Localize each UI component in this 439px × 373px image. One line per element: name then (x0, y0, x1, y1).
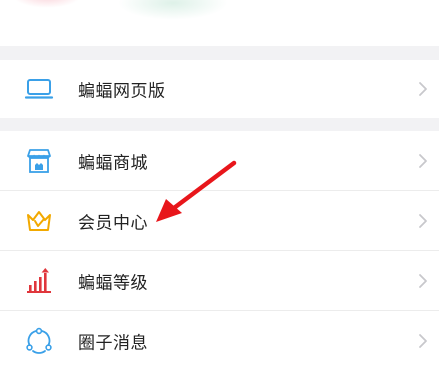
menu-item-label: 蝙蝠商城 (78, 153, 148, 174)
chevron-right-icon (419, 274, 427, 288)
chevron-right-icon (419, 214, 427, 228)
menu-item-circle-messages[interactable]: 圈子消息 (0, 311, 439, 371)
menu-item-label: 会员中心 (78, 213, 148, 234)
menu-item-web-version[interactable]: 蝙蝠网页版 (0, 60, 439, 118)
profile-decoration (12, 0, 82, 8)
chevron-right-icon (419, 82, 427, 96)
laptop-icon (24, 74, 54, 104)
menu-group-services: 蝙蝠商城 会员中心 蝙蝠等级 圈子消息 (0, 131, 439, 373)
menu-item-level[interactable]: 蝙蝠等级 (0, 251, 439, 311)
circle-message-icon (24, 326, 54, 356)
menu-item-label: 圈子消息 (78, 333, 148, 354)
crown-icon (24, 206, 54, 236)
menu-item-member-center[interactable]: 会员中心 (0, 191, 439, 251)
profile-card-partial[interactable] (0, 0, 439, 46)
menu-group-web: 蝙蝠网页版 (0, 60, 439, 118)
menu-item-label: 蝙蝠等级 (78, 273, 148, 294)
menu-item-store[interactable]: 蝙蝠商城 (0, 131, 439, 191)
menu-item-label: 蝙蝠网页版 (78, 81, 166, 102)
level-chart-icon (24, 266, 54, 296)
chevron-right-icon (419, 334, 427, 348)
profile-decoration (118, 0, 228, 20)
store-icon (24, 146, 54, 176)
chevron-right-icon (419, 154, 427, 168)
